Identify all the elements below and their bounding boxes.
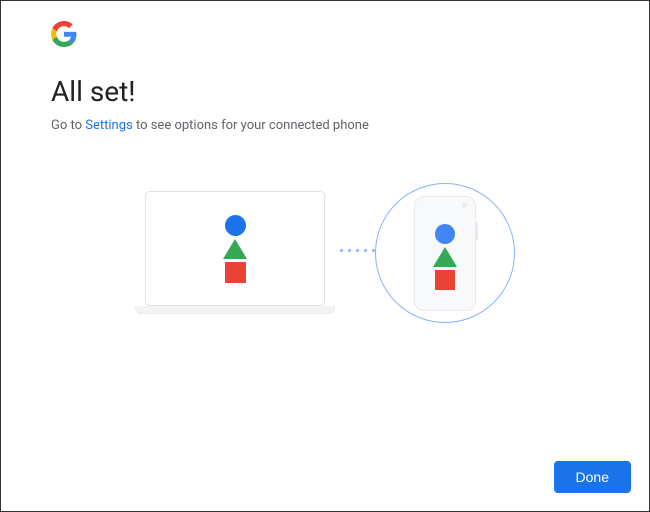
connection-illustration	[135, 183, 515, 343]
settings-link[interactable]: Settings	[85, 118, 132, 133]
circle-shape-icon	[225, 215, 246, 236]
connection-dots-icon	[340, 249, 375, 252]
shapes-stack	[223, 215, 247, 283]
page-title: All set!	[51, 75, 599, 108]
circle-shape-icon	[435, 224, 455, 244]
triangle-shape-icon	[223, 239, 247, 259]
phone-icon	[414, 196, 476, 311]
page-subtitle: Go to Settings to see options for your c…	[51, 118, 599, 133]
square-shape-icon	[435, 270, 455, 290]
phone-highlight-circle	[375, 183, 515, 323]
triangle-shape-icon	[433, 247, 457, 267]
shapes-stack	[433, 216, 457, 290]
done-button[interactable]: Done	[554, 461, 631, 493]
square-shape-icon	[225, 262, 246, 283]
laptop-icon	[135, 191, 335, 314]
google-logo-icon	[51, 21, 599, 51]
